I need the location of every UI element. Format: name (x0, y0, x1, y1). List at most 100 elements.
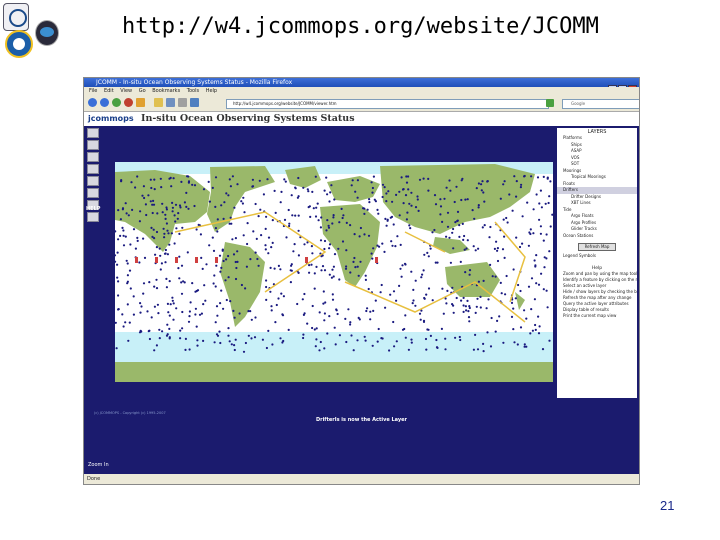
platform-dot (224, 279, 227, 282)
platform-dot (521, 215, 524, 218)
app-title: In-situ Ocean Observing Systems Status (141, 113, 355, 124)
platform-dot (387, 190, 390, 193)
platform-dot (458, 235, 461, 238)
layer-item[interactable]: Ocean Stations (557, 233, 637, 240)
platform-dot (313, 287, 316, 290)
refresh-map-button[interactable]: Refresh Map (578, 243, 616, 251)
platform-dot (165, 334, 169, 337)
platform-dot (475, 305, 478, 308)
platform-dot (152, 199, 155, 202)
platform-dot (482, 342, 485, 345)
platform-dot (229, 216, 232, 219)
platform-dot (314, 215, 318, 218)
platform-dot (474, 311, 477, 314)
platform-dot (444, 337, 447, 340)
platform-dot (163, 232, 166, 235)
platform-dot (255, 237, 258, 240)
menu-bookmarks[interactable]: Bookmarks (152, 88, 180, 94)
home-icon[interactable] (136, 98, 145, 107)
platform-dot (227, 276, 230, 279)
platform-dot (126, 282, 129, 285)
platform-dot (468, 320, 471, 323)
bookmark-icon[interactable] (154, 98, 163, 107)
help-list: Zoom and pan by using the map tools Ident… (557, 271, 637, 319)
platform-dot (451, 231, 454, 234)
platform-dot (335, 309, 338, 312)
platform-dot (512, 268, 515, 271)
jcomm-logo (3, 3, 29, 31)
platform-dot (386, 219, 389, 222)
platform-dot (171, 201, 174, 204)
platform-dot (328, 315, 331, 318)
menu-help[interactable]: Help (206, 88, 217, 94)
platform-dot (381, 183, 385, 186)
platform-dot (482, 350, 485, 353)
reload-icon[interactable] (112, 98, 121, 107)
back-icon[interactable] (88, 98, 97, 107)
forward-icon[interactable] (100, 98, 109, 107)
platform-dot (289, 281, 292, 284)
platform-dot (337, 247, 340, 250)
platform-dot (516, 343, 519, 346)
platform-dot (466, 299, 469, 302)
platform-dot (138, 220, 141, 223)
platform-dot (425, 293, 428, 296)
help-link[interactable]: HELP (86, 206, 100, 212)
platform-dot (164, 252, 167, 255)
platform-dot (446, 289, 449, 292)
platform-dot (328, 273, 331, 276)
select-icon[interactable] (87, 212, 99, 222)
query-icon[interactable] (87, 188, 99, 198)
platform-dot (130, 181, 133, 184)
history-icon[interactable] (190, 98, 199, 107)
mooring-marker (195, 257, 198, 263)
search-input[interactable]: Google (562, 99, 639, 109)
platform-dot (228, 340, 231, 343)
menu-view[interactable]: View (120, 88, 132, 94)
menu-file[interactable]: File (89, 88, 97, 94)
platform-dot (350, 184, 353, 187)
platform-dot (468, 306, 471, 310)
world-map[interactable] (115, 162, 553, 382)
platform-dot (267, 329, 270, 332)
zoom-in-icon[interactable] (87, 128, 99, 138)
help-item: Hide / show layers by checking the boxes (563, 288, 637, 294)
platform-dot (504, 293, 507, 296)
platform-dot (138, 331, 142, 334)
platform-dot (433, 194, 437, 197)
mail-icon[interactable] (178, 98, 187, 107)
platform-dot (491, 275, 494, 278)
platform-dot (270, 305, 273, 308)
mooring-marker (155, 257, 158, 263)
platform-dot (143, 256, 147, 259)
zoom-out-icon[interactable] (87, 140, 99, 150)
platform-dot (488, 236, 491, 239)
pan-icon[interactable] (87, 164, 99, 174)
platform-dot (195, 325, 198, 328)
platform-dot (164, 248, 167, 252)
layer-list: Platforms Ships ASAP VOS SOT Moorings Tropical… (557, 135, 637, 239)
menu-edit[interactable]: Edit (104, 88, 114, 94)
platform-dot (404, 336, 407, 339)
platform-dot (122, 234, 125, 237)
legend-link[interactable]: Legend Symbols (557, 253, 637, 260)
platform-dot (408, 224, 411, 227)
full-extent-icon[interactable] (87, 152, 99, 162)
help-item: Identify a feature by clicking on the ma… (563, 276, 637, 282)
go-icon[interactable] (546, 99, 554, 107)
identify-icon[interactable] (87, 176, 99, 186)
platform-dot (389, 293, 392, 296)
print-icon[interactable] (166, 98, 175, 107)
menu-tools[interactable]: Tools (187, 88, 199, 94)
stop-icon[interactable] (124, 98, 133, 107)
platform-dot (517, 283, 520, 287)
menu-go[interactable]: Go (139, 88, 146, 94)
platform-dot (468, 269, 472, 272)
platform-dot (328, 247, 331, 250)
platform-dot (515, 195, 518, 198)
platform-dot (159, 268, 162, 271)
platform-dot (236, 250, 239, 253)
address-bar[interactable]: http://w4.jcommops.org/website/JCOMM/vie… (226, 99, 549, 109)
platform-dot (408, 202, 411, 205)
platform-dot (167, 311, 170, 314)
